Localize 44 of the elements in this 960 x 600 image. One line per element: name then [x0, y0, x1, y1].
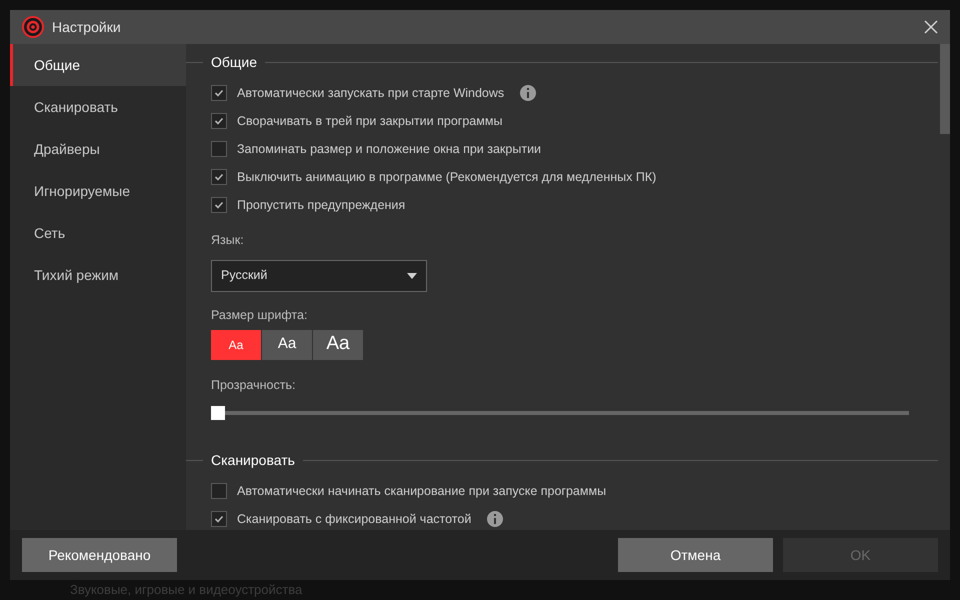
checkmark-icon [214, 116, 224, 126]
field-label: Размер шрифта: [211, 306, 308, 324]
sidebar-item[interactable]: Сеть [10, 212, 186, 254]
checkbox[interactable] [211, 483, 227, 500]
checkmark-icon [214, 88, 224, 98]
info-icon[interactable] [520, 85, 536, 101]
font-size-button[interactable]: Aa [313, 330, 363, 360]
language-dropdown[interactable]: Русский [211, 260, 427, 292]
close-icon[interactable] [924, 20, 938, 34]
section-heading: Сканировать [210, 451, 296, 470]
option-label: Выключить анимацию в программе (Рекомендуется для медленных ПК) [237, 168, 656, 186]
option-label: Пропустить предупреждения [237, 196, 406, 214]
sidebar-item[interactable]: Сканировать [10, 86, 186, 128]
sidebar-item[interactable]: Драйверы [10, 128, 186, 170]
sidebar-item[interactable]: Общие [10, 44, 186, 86]
window-title: Настройки [52, 18, 121, 37]
option-label: Запоминать размер и положение окна при закрытии [237, 140, 542, 158]
checkbox[interactable] [211, 511, 227, 528]
checkbox[interactable] [211, 85, 227, 101]
font-size-button[interactable]: Aa [262, 330, 312, 360]
option-label: Автоматически запускать при старте Windows [237, 84, 504, 102]
checkbox[interactable] [211, 113, 227, 129]
app-logo-icon [22, 16, 44, 38]
checkmark-icon [214, 200, 224, 210]
section-heading: Общие [210, 53, 258, 72]
field-label: Прозрачность: [211, 376, 296, 394]
option-label: Сканировать с фиксированной частотой [237, 510, 472, 528]
font-size-button[interactable]: Aa [211, 330, 261, 360]
scrollbar[interactable] [940, 44, 950, 134]
sidebar-item[interactable]: Тихий режим [10, 254, 186, 296]
option-label: Автоматически начинать сканирование при запуске программы [237, 482, 606, 500]
option-label: Сворачивать в трей при закрытии программы [237, 112, 502, 130]
slider-thumb[interactable] [211, 406, 225, 420]
checkmark-icon [214, 172, 224, 182]
checkbox[interactable] [211, 169, 227, 185]
caret-icon [407, 272, 417, 279]
info-icon[interactable] [487, 511, 504, 528]
field-label: Язык: [211, 232, 245, 249]
dialog-button[interactable]: Отмена [618, 538, 773, 572]
checkbox[interactable] [211, 141, 227, 157]
dialog-button[interactable]: Рекомендовано [22, 538, 177, 572]
checkbox[interactable] [211, 197, 227, 213]
checkmark-icon [214, 514, 224, 524]
sidebar-item[interactable]: Игнорируемые [10, 170, 186, 212]
